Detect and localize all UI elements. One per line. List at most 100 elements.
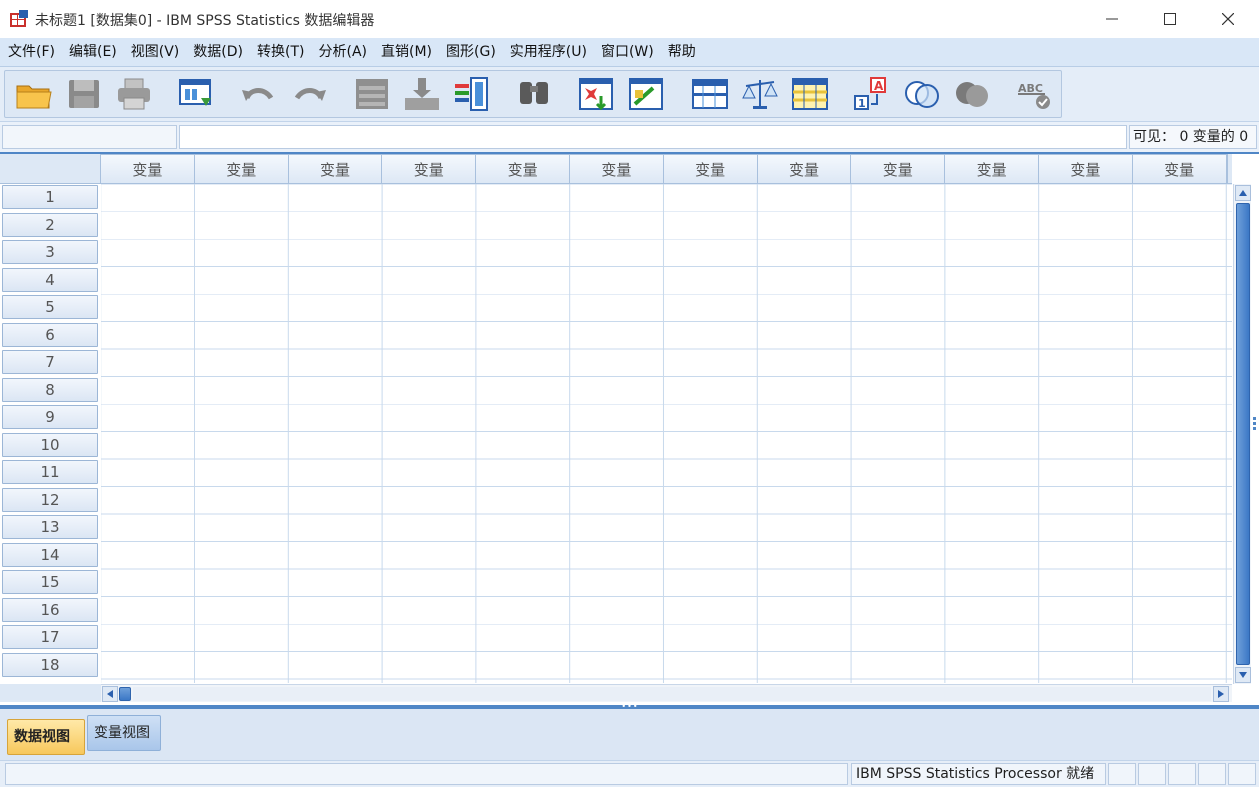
column-header[interactable]: 变量 [569, 154, 664, 183]
menu-edit[interactable]: 编辑(E) [64, 41, 122, 63]
column-header[interactable]: 变量 [945, 154, 1039, 183]
weight-cases-button[interactable] [740, 75, 780, 113]
insert-cases-button[interactable] [576, 75, 616, 113]
print-button[interactable] [114, 75, 154, 113]
scroll-left-button[interactable] [102, 686, 118, 702]
column-header[interactable]: 变量 [194, 154, 289, 183]
svg-text:1: 1 [858, 97, 866, 110]
vertical-scrollbar[interactable] [1233, 184, 1251, 684]
insert-variable-icon [629, 78, 663, 110]
row-header[interactable]: 14 [2, 542, 98, 567]
row-header[interactable]: 13 [2, 515, 98, 539]
maximize-button[interactable] [1141, 0, 1199, 38]
status-message-area [5, 763, 848, 785]
column-header[interactable]: 变量 [288, 154, 383, 183]
row-header[interactable]: 8 [2, 377, 98, 402]
recall-dialog-button[interactable] [176, 75, 216, 113]
value-labels-button[interactable]: A 1 [852, 75, 892, 113]
visible-variables-label: 可见： 0 变量的 0 [1129, 125, 1257, 149]
column-header[interactable]: 变量 [663, 154, 758, 183]
spell-check-button[interactable]: ABC [1014, 75, 1054, 113]
window-title: 未标题1 [数据集0] - IBM SPSS Statistics 数据编辑器 [35, 13, 375, 29]
find-button[interactable] [514, 75, 554, 113]
menu-view[interactable]: 视图(V) [126, 41, 185, 63]
horizontal-scroll-thumb[interactable] [119, 687, 131, 701]
row-header[interactable]: 7 [2, 350, 98, 374]
menu-data[interactable]: 数据(D) [188, 41, 248, 63]
row-header[interactable]: 5 [2, 295, 98, 319]
save-button[interactable] [64, 75, 104, 113]
tab-data-view[interactable]: 数据视图 [7, 719, 85, 755]
row-header[interactable]: 11 [2, 460, 98, 484]
grid-corner[interactable] [0, 154, 101, 184]
row-header-footer [0, 684, 101, 702]
arrow-up-icon [1239, 190, 1247, 196]
insert-variable-button[interactable] [626, 75, 666, 113]
title-bar: 未标题1 [数据集0] - IBM SPSS Statistics 数据编辑器 [0, 0, 1259, 38]
goto-variable-button[interactable] [402, 75, 442, 113]
column-header[interactable]: 变量 [476, 154, 570, 183]
use-sets-button[interactable] [902, 75, 942, 113]
print-icon [118, 78, 150, 110]
scroll-down-button[interactable] [1235, 667, 1251, 683]
show-all-variables-button[interactable] [952, 75, 992, 113]
select-cases-button[interactable] [790, 75, 830, 113]
row-header[interactable]: 4 [2, 267, 98, 292]
row-header[interactable]: 12 [2, 487, 98, 512]
column-header[interactable]: 变量 [1132, 154, 1227, 183]
vertical-scroll-thumb[interactable] [1236, 203, 1250, 665]
close-icon [1222, 13, 1234, 25]
split-file-icon [692, 79, 728, 109]
menu-transform[interactable]: 转换(T) [252, 41, 309, 63]
row-header[interactable]: 1 [2, 185, 98, 209]
row-header[interactable]: 2 [2, 212, 98, 237]
split-file-button[interactable] [690, 75, 730, 113]
variables-button[interactable] [452, 75, 492, 113]
horizontal-scrollbar[interactable] [101, 684, 1232, 702]
column-header[interactable]: 变量 [851, 154, 946, 183]
row-header[interactable]: 17 [2, 625, 98, 649]
show-all-variables-icon [956, 82, 988, 107]
row-header[interactable]: 6 [2, 322, 98, 347]
cell-value-input[interactable] [179, 125, 1127, 149]
column-header[interactable]: 变量 [1038, 154, 1133, 183]
pane-grip-icon[interactable]: ••• [620, 703, 640, 711]
row-header[interactable]: 3 [2, 240, 98, 264]
tab-variable-view[interactable]: 变量视图 [87, 715, 161, 751]
splitter-handle-icon[interactable] [1251, 416, 1259, 430]
scroll-right-button[interactable] [1213, 686, 1229, 702]
menu-direct-marketing[interactable]: 直销(M) [376, 41, 437, 63]
horizontal-scroll-track[interactable] [133, 687, 1211, 701]
menu-graphs[interactable]: 图形(G) [441, 41, 501, 63]
minimize-button[interactable] [1083, 0, 1141, 38]
arrow-left-icon [107, 690, 113, 698]
menu-window[interactable]: 窗口(W) [596, 41, 659, 63]
redo-button[interactable] [290, 75, 330, 113]
recall-dialog-icon [179, 79, 211, 106]
row-header[interactable]: 9 [2, 405, 98, 429]
menu-analyze[interactable]: 分析(A) [313, 41, 372, 63]
scroll-up-button[interactable] [1235, 185, 1251, 201]
column-header[interactable]: 变量 [101, 154, 195, 183]
row-header[interactable]: 15 [2, 570, 98, 594]
row-header[interactable]: 18 [2, 652, 98, 677]
value-labels-icon: A 1 [854, 77, 886, 110]
status-slot [1138, 763, 1166, 785]
column-header[interactable]: 变量 [382, 154, 477, 183]
insert-cases-icon [579, 78, 613, 111]
column-header[interactable]: 变量 [757, 154, 852, 183]
menu-help[interactable]: 帮助 [663, 41, 701, 63]
close-button[interactable] [1199, 0, 1257, 38]
undo-button[interactable] [238, 75, 278, 113]
data-cells[interactable] [101, 184, 1232, 683]
cell-reference-field[interactable] [2, 125, 177, 149]
menu-file[interactable]: 文件(F) [3, 41, 60, 63]
row-header[interactable]: 10 [2, 432, 98, 457]
row-header[interactable]: 16 [2, 597, 98, 622]
use-sets-icon [905, 81, 939, 108]
goto-case-button[interactable] [352, 75, 392, 113]
status-bar: IBM SPSS Statistics Processor 就绪 [0, 760, 1259, 787]
open-button[interactable] [14, 75, 54, 113]
maximize-icon [1164, 13, 1176, 25]
menu-utilities[interactable]: 实用程序(U) [505, 41, 592, 63]
